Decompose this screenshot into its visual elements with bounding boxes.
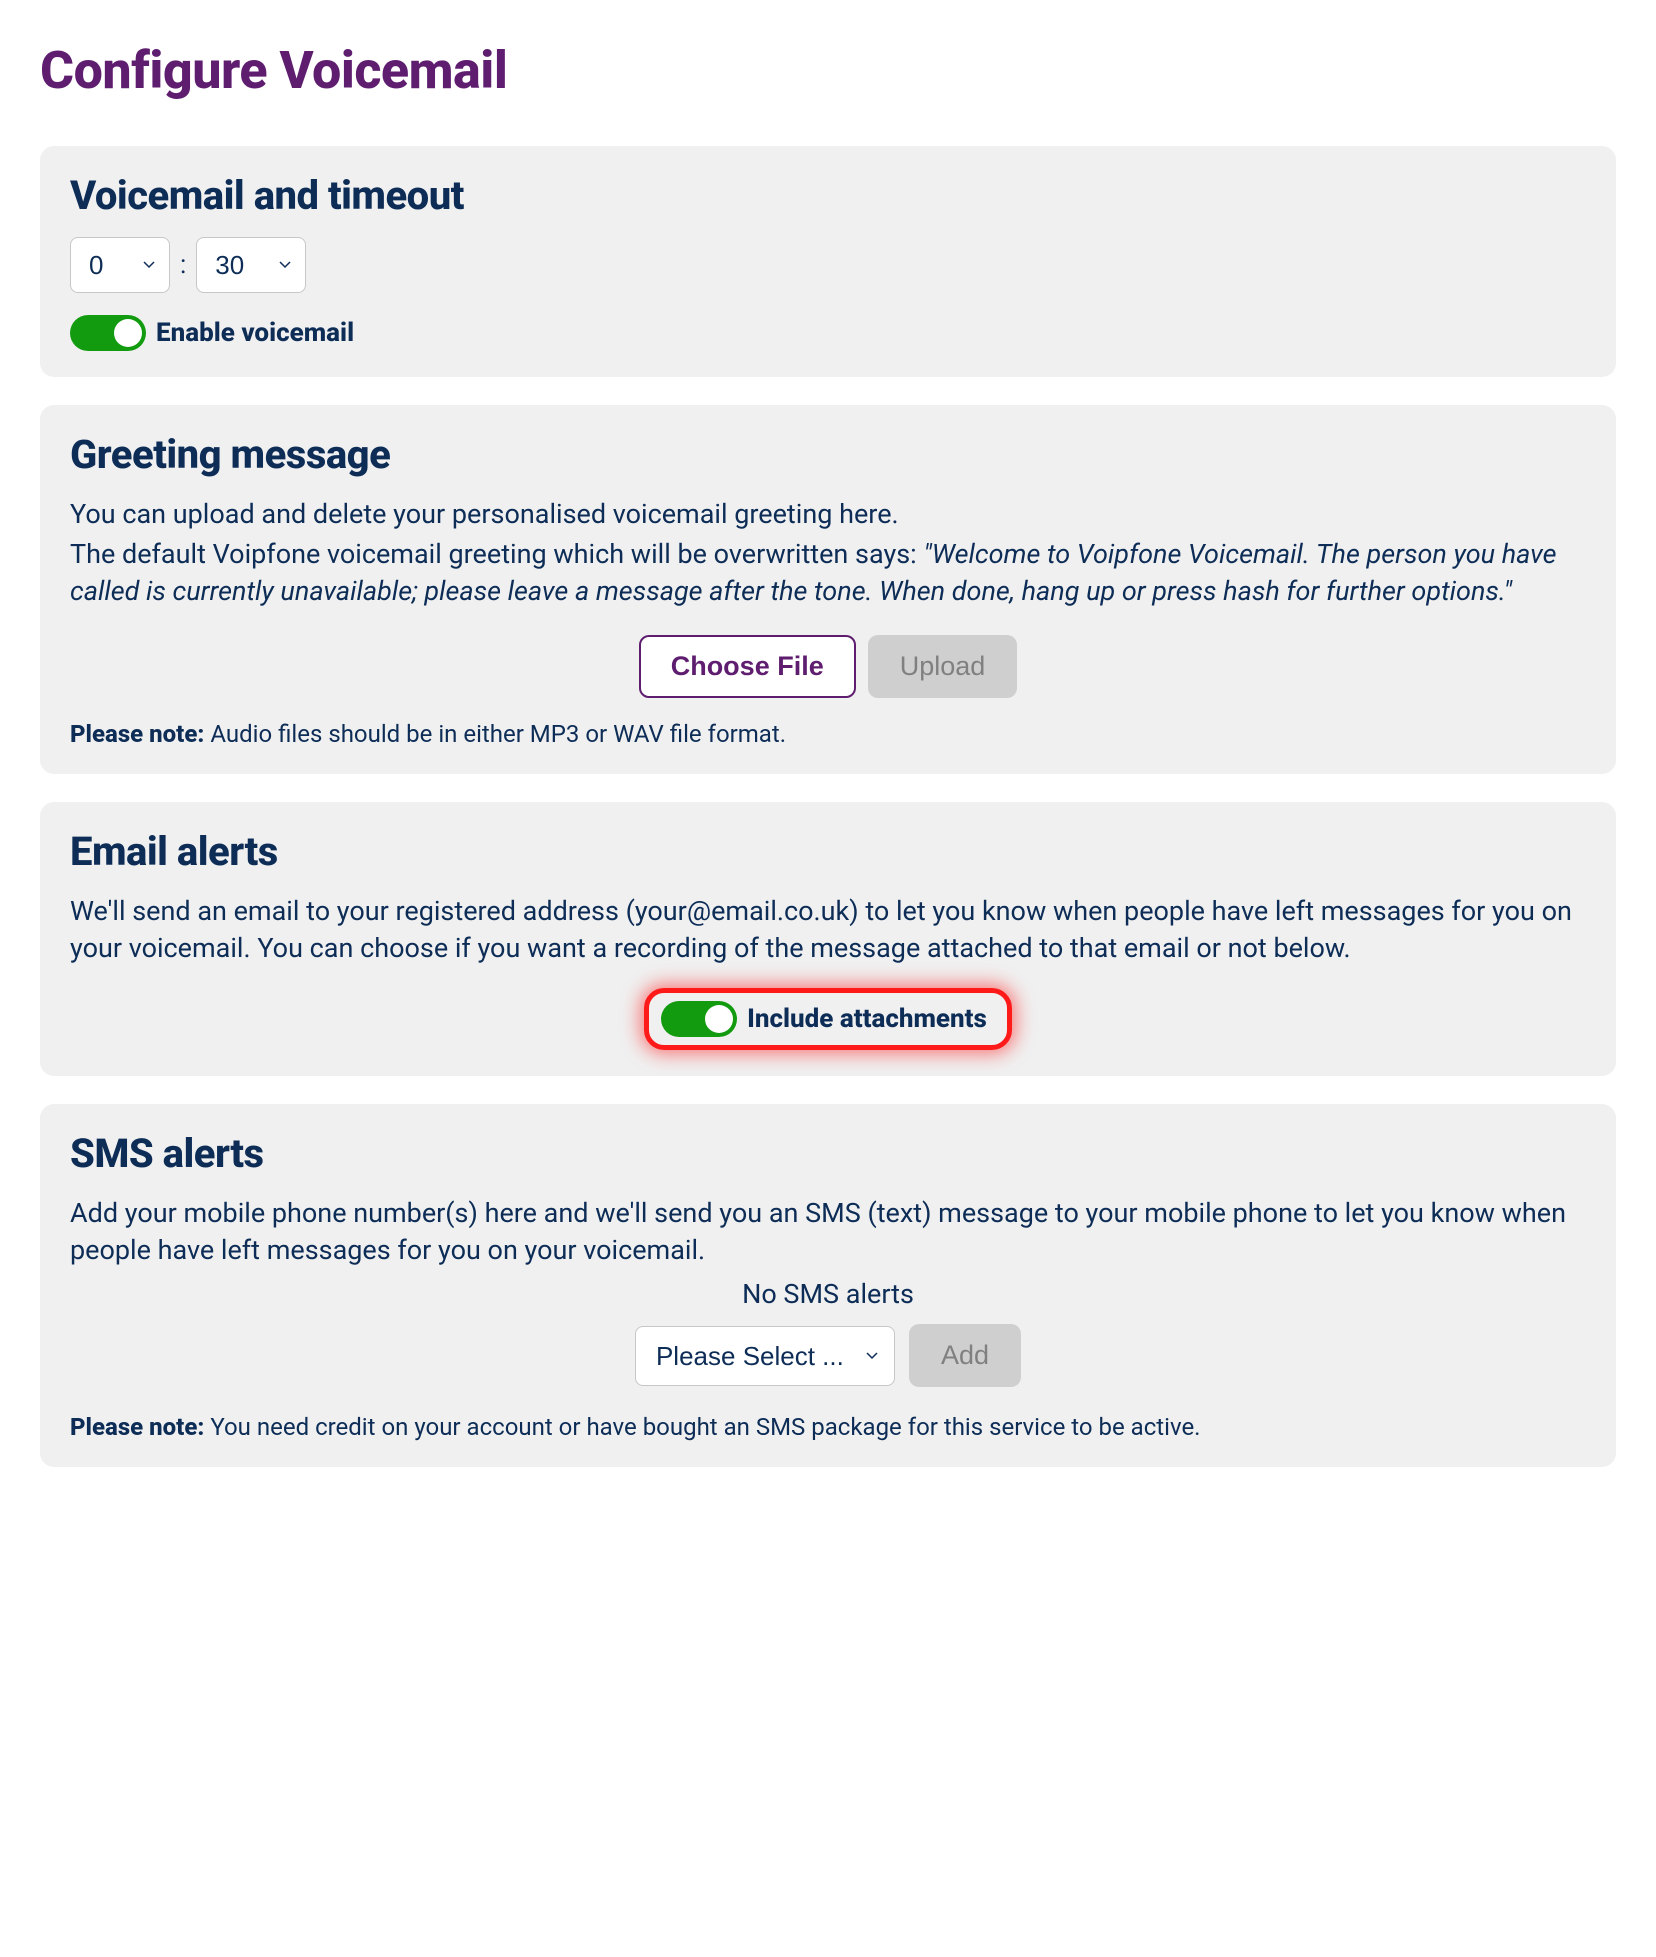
include-attachments-toggle[interactable] <box>661 1001 737 1037</box>
timeout-seconds-select[interactable]: 30 <box>196 237 306 293</box>
sms-number-select[interactable]: Please Select ... <box>635 1326 895 1386</box>
include-attachments-highlight: Include attachments <box>644 988 1012 1050</box>
greeting-note-label: Please note: <box>70 720 204 748</box>
enable-voicemail-row: Enable voicemail <box>70 315 1586 351</box>
sms-note-label: Please note: <box>70 1413 204 1441</box>
sms-note: Please note: You need credit on your acc… <box>70 1413 1586 1441</box>
timeout-separator: : <box>180 250 186 280</box>
greeting-note-text: Audio files should be in either MP3 or W… <box>204 720 786 748</box>
sms-add-button[interactable]: Add <box>909 1324 1021 1387</box>
sms-note-text: You need credit on your account or have … <box>204 1413 1200 1441</box>
email-alerts-desc: We'll send an email to your registered a… <box>70 893 1586 966</box>
greeting-desc-prefix: The default Voipfone voicemail greeting … <box>70 538 923 570</box>
greeting-desc-line2: The default Voipfone voicemail greeting … <box>70 536 1586 609</box>
sms-alerts-card: SMS alerts Add your mobile phone number(… <box>40 1104 1616 1467</box>
toggle-knob <box>705 1005 733 1033</box>
greeting-note: Please note: Audio files should be in ei… <box>70 720 1586 748</box>
sms-alerts-desc: Add your mobile phone number(s) here and… <box>70 1195 1586 1268</box>
include-attachments-label: Include attachments <box>747 1004 987 1034</box>
sms-center: No SMS alerts Please Select ... Add <box>70 1278 1586 1387</box>
voicemail-timeout-card: Voicemail and timeout 0 : 30 Enable voic… <box>40 146 1616 377</box>
enable-voicemail-label: Enable voicemail <box>156 318 354 348</box>
page-title: Configure Voicemail <box>40 40 1616 101</box>
timeout-minutes-select[interactable]: 0 <box>70 237 170 293</box>
greeting-button-row: Choose File Upload <box>70 635 1586 698</box>
toggle-knob <box>114 319 142 347</box>
email-toggle-wrap: Include attachments <box>70 988 1586 1050</box>
greeting-heading: Greeting message <box>70 431 1586 478</box>
voicemail-timeout-heading: Voicemail and timeout <box>70 172 1586 219</box>
sms-status: No SMS alerts <box>70 1278 1586 1310</box>
timeout-row: 0 : 30 <box>70 237 1586 293</box>
email-alerts-heading: Email alerts <box>70 828 1586 875</box>
greeting-card: Greeting message You can upload and dele… <box>40 405 1616 774</box>
choose-file-button[interactable]: Choose File <box>639 635 856 698</box>
upload-button[interactable]: Upload <box>868 635 1018 698</box>
sms-alerts-heading: SMS alerts <box>70 1130 1586 1177</box>
email-alerts-card: Email alerts We'll send an email to your… <box>40 802 1616 1076</box>
sms-row: Please Select ... Add <box>70 1324 1586 1387</box>
greeting-desc-line1: You can upload and delete your personali… <box>70 496 1586 532</box>
enable-voicemail-toggle[interactable] <box>70 315 146 351</box>
